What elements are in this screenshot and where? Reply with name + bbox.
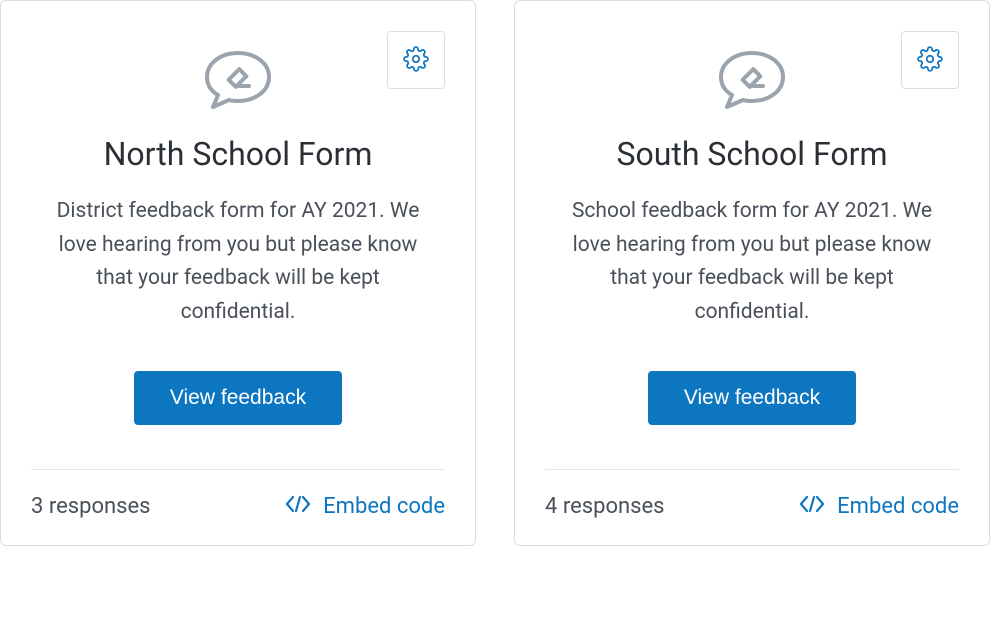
- gear-icon: [917, 46, 943, 75]
- view-feedback-button[interactable]: View feedback: [134, 371, 342, 425]
- embed-label: Embed code: [837, 494, 959, 519]
- responses-count: 4 responses: [545, 494, 665, 519]
- embed-label: Embed code: [323, 494, 445, 519]
- settings-button[interactable]: [387, 31, 445, 89]
- code-icon: [799, 494, 825, 519]
- code-icon: [285, 494, 311, 519]
- card-footer: 4 responses Embed code: [545, 469, 959, 519]
- form-card-south: South School Form School feedback form f…: [514, 0, 990, 546]
- view-feedback-button[interactable]: View feedback: [648, 371, 856, 425]
- card-title: South School Form: [616, 135, 887, 173]
- card-footer: 3 responses Embed code: [31, 469, 445, 519]
- responses-count: 3 responses: [31, 494, 151, 519]
- embed-code-link[interactable]: Embed code: [285, 494, 445, 519]
- form-cards-container: North School Form District feedback form…: [0, 0, 990, 546]
- feedback-icon: [201, 49, 275, 115]
- feedback-icon: [715, 49, 789, 115]
- card-title: North School Form: [104, 135, 373, 173]
- card-description: District feedback form for AY 2021. We l…: [31, 195, 445, 329]
- gear-icon: [403, 46, 429, 75]
- form-card-north: North School Form District feedback form…: [0, 0, 476, 546]
- card-description: School feedback form for AY 2021. We lov…: [545, 195, 959, 329]
- embed-code-link[interactable]: Embed code: [799, 494, 959, 519]
- settings-button[interactable]: [901, 31, 959, 89]
